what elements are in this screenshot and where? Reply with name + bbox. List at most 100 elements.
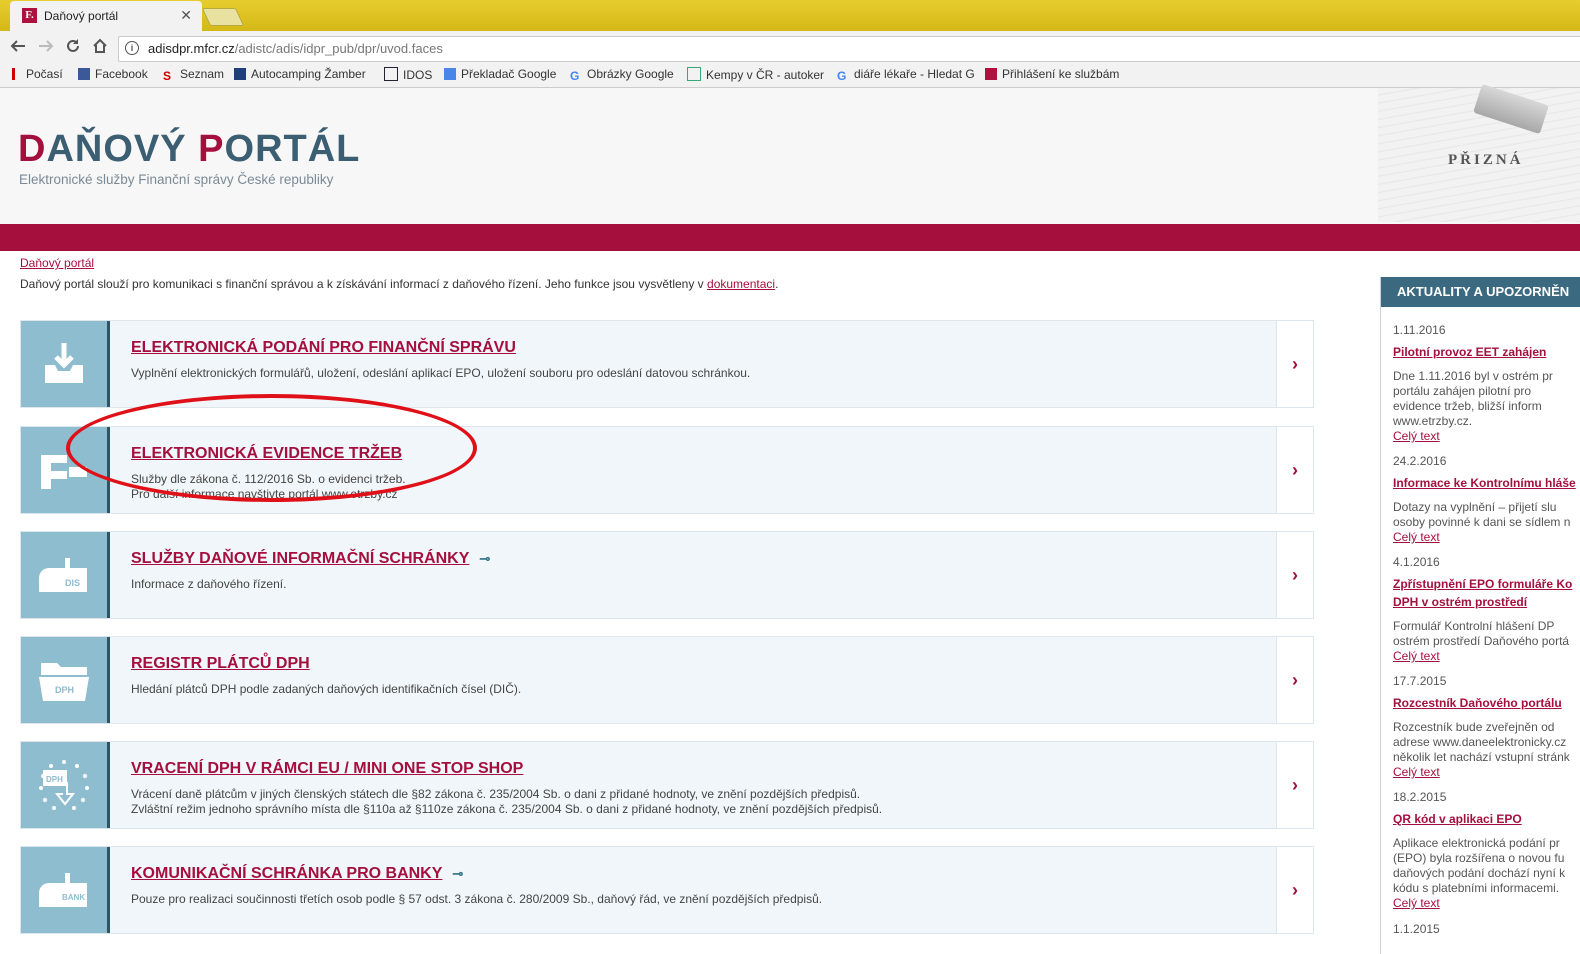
card-description: Informace z daňového řízení. bbox=[131, 577, 287, 591]
bookmark-prihlaseni[interactable]: Přihlášení ke službám bbox=[985, 67, 1119, 81]
news-title-link[interactable]: Zpřístupnění EPO formuláře Ko DPH v ostré… bbox=[1393, 575, 1580, 611]
facebook-icon bbox=[78, 68, 90, 80]
mailbox-bank-icon: BANK bbox=[39, 873, 87, 907]
news-date: 1.11.2016 bbox=[1393, 323, 1446, 337]
browser-tab[interactable]: F. Daňový portál ✕ bbox=[10, 1, 202, 31]
bookmark-idos[interactable]: IDOS bbox=[384, 67, 432, 82]
news-excerpt: Dotazy na vyplnění – přijetí slu osoby po… bbox=[1393, 500, 1571, 529]
bookmark-prekladac[interactable]: Překladač Google bbox=[444, 67, 556, 81]
card-title[interactable]: KOMUNIKAČNÍ SCHRÁNKA PRO BANKY ⊸ bbox=[131, 865, 463, 883]
address-bar[interactable]: i adisdpr.mfcr.cz/adistc/adis/idpr_pub/d… bbox=[118, 36, 1580, 62]
card-arrow-button[interactable]: › bbox=[1276, 427, 1313, 513]
card-icon-box: DPH bbox=[21, 742, 110, 828]
card-description: Vrácení daně plátcům v jiných členských … bbox=[131, 787, 883, 816]
card-arrow-button[interactable]: › bbox=[1276, 321, 1313, 407]
tab-title: Daňový portál bbox=[44, 9, 119, 23]
card-arrow-button[interactable]: › bbox=[1276, 847, 1313, 933]
service-card-eu-dph[interactable]: DPH VRACENÍ DPH V RÁMCI EU / MINI ONE ST… bbox=[20, 741, 1314, 829]
card-title[interactable]: REGISTR PLÁTCŮ DPH bbox=[131, 655, 310, 673]
svg-text:DPH: DPH bbox=[46, 775, 63, 784]
card-arrow-button[interactable]: › bbox=[1276, 637, 1313, 723]
mfcr-favicon-icon: F. bbox=[22, 8, 37, 23]
card-arrow-button[interactable]: › bbox=[1276, 742, 1313, 828]
news-title-link[interactable]: Informace ke Kontrolnímu hláše bbox=[1393, 474, 1580, 492]
bookmark-pocasi[interactable]: Počasí bbox=[12, 67, 63, 81]
key-icon: ⊸ bbox=[452, 866, 464, 881]
info-icon[interactable]: i bbox=[125, 41, 139, 55]
card-description: Hledání plátců DPH podle zadaných daňový… bbox=[131, 682, 522, 696]
service-card-podani[interactable]: ELEKTRONICKÁ PODÁNÍ PRO FINANČNÍ SPRÁVU … bbox=[20, 320, 1314, 408]
mfcr-icon bbox=[985, 68, 997, 80]
mailbox-dis-icon: DIS bbox=[39, 558, 87, 592]
card-icon-box bbox=[21, 321, 110, 407]
card-icon-box: DPH bbox=[21, 637, 110, 723]
new-tab-button[interactable] bbox=[201, 8, 245, 26]
home-icon[interactable] bbox=[91, 37, 109, 55]
back-icon[interactable] bbox=[9, 37, 27, 55]
news-date: 17.7.2015 bbox=[1393, 674, 1447, 688]
breadcrumb[interactable]: Daňový portál bbox=[20, 256, 94, 270]
news-more-link[interactable]: Celý text bbox=[1393, 530, 1580, 544]
close-tab-icon[interactable]: ✕ bbox=[180, 7, 192, 24]
weather-icon bbox=[12, 68, 21, 80]
bookmark-facebook[interactable]: Facebook bbox=[78, 67, 148, 81]
news-date: 24.2.2016 bbox=[1393, 454, 1447, 468]
service-card-registr-dph[interactable]: DPH REGISTR PLÁTCŮ DPH Hledání plátců DP… bbox=[20, 636, 1314, 724]
news-excerpt: Aplikace elektronická podání pr (EPO) byl… bbox=[1393, 836, 1566, 895]
folder-dph-icon: DPH bbox=[39, 663, 89, 701]
news-excerpt: Dne 1.11.2016 byl v ostrém pr portálu zah… bbox=[1393, 369, 1553, 428]
annotation-red-oval bbox=[66, 394, 477, 502]
google-translate-icon bbox=[444, 68, 456, 80]
forward-icon[interactable] bbox=[37, 37, 55, 55]
eu-dph-icon: DPH bbox=[39, 760, 89, 810]
news-date: 1.1.2015 bbox=[1393, 922, 1440, 936]
bookmark-obrazky[interactable]: G Obrázky Google bbox=[570, 67, 674, 83]
documentation-link[interactable]: dokumentaci bbox=[707, 277, 775, 291]
site-logo[interactable]: DAŇOVÝ PORTÁL bbox=[18, 128, 360, 171]
news-item: 18.2.2015 QR kód v aplikaci EPO Aplikace… bbox=[1393, 790, 1580, 910]
header-image-text: PŘIZNÁ bbox=[1448, 152, 1524, 168]
bookmark-autocamping[interactable]: Autocamping Žamber bbox=[234, 67, 366, 81]
news-item: 1.1.2015 bbox=[1393, 922, 1580, 936]
bookmark-kempy[interactable]: Kempy v ČR - autoker bbox=[687, 67, 824, 82]
news-item: 17.7.2015 Rozcestník Daňového portálu Ro… bbox=[1393, 674, 1580, 779]
news-title-link[interactable]: Rozcestník Daňového portálu bbox=[1393, 694, 1580, 712]
news-date: 18.2.2015 bbox=[1393, 790, 1447, 804]
browser-tab-bar: F. Daňový portál ✕ bbox=[0, 0, 1580, 31]
bookmark-diare[interactable]: Gdiáře lékaře - Hledat G bbox=[837, 67, 975, 83]
card-icon-box: BANK bbox=[21, 847, 110, 933]
site-header: DAŇOVÝ PORTÁL Elektronické služby Finanč… bbox=[0, 83, 1580, 222]
idos-icon bbox=[384, 67, 398, 81]
news-item: 24.2.2016 Informace ke Kontrolnímu hláše… bbox=[1393, 454, 1580, 544]
reload-icon[interactable] bbox=[64, 37, 82, 55]
intro-text: Daňový portál slouží pro komunikaci s fi… bbox=[20, 277, 779, 291]
bookmark-seznam[interactable]: S Seznam bbox=[163, 67, 224, 83]
news-more-link[interactable]: Celý text bbox=[1393, 649, 1580, 663]
news-sidebar: AKTUALITY A UPOZORNĚN 1.11.2016 Pilotní … bbox=[1380, 277, 1580, 954]
news-more-link[interactable]: Celý text bbox=[1393, 429, 1580, 443]
card-title[interactable]: ELEKTRONICKÁ PODÁNÍ PRO FINANČNÍ SPRÁVU bbox=[131, 339, 516, 357]
card-arrow-button[interactable]: › bbox=[1276, 532, 1313, 618]
news-title-link[interactable]: Pilotní provoz EET zahájen bbox=[1393, 343, 1580, 361]
service-card-dis[interactable]: DIS SLUŽBY DAŇOVÉ INFORMAČNÍ SCHRÁNKY ⊸ I… bbox=[20, 531, 1314, 619]
news-excerpt: Rozcestník bude zveřejněn od adrese www.d… bbox=[1393, 720, 1570, 764]
url-text: adisdpr.mfcr.cz/adistc/adis/idpr_pub/dpr… bbox=[148, 41, 443, 56]
key-icon: ⊸ bbox=[479, 551, 491, 566]
svg-text:BANK: BANK bbox=[62, 893, 85, 902]
service-card-banky[interactable]: BANK KOMUNIKAČNÍ SCHRÁNKA PRO BANKY ⊸ Pou… bbox=[20, 846, 1314, 934]
autocamping-icon bbox=[234, 68, 246, 80]
inbox-download-icon bbox=[45, 343, 83, 383]
news-excerpt: Formulář Kontrolní hlášení DP ostrém pros… bbox=[1393, 619, 1570, 648]
google-icon: G bbox=[570, 69, 580, 83]
site-subtitle: Elektronické služby Finanční správy Česk… bbox=[19, 172, 334, 187]
card-title[interactable]: SLUŽBY DAŇOVÉ INFORMAČNÍ SCHRÁNKY ⊸ bbox=[131, 550, 490, 568]
news-more-link[interactable]: Celý text bbox=[1393, 765, 1580, 779]
news-title-link[interactable]: QR kód v aplikaci EPO bbox=[1393, 810, 1580, 828]
kempy-icon bbox=[687, 67, 701, 81]
news-item: 1.11.2016 Pilotní provoz EET zahájen Dne… bbox=[1393, 323, 1580, 443]
card-description: Pouze pro realizaci součinnosti třetích … bbox=[131, 892, 823, 906]
news-more-link[interactable]: Celý text bbox=[1393, 896, 1580, 910]
news-heading: AKTUALITY A UPOZORNĚN bbox=[1381, 277, 1580, 307]
svg-text:DIS: DIS bbox=[65, 578, 80, 588]
card-title[interactable]: VRACENÍ DPH V RÁMCI EU / MINI ONE STOP S… bbox=[131, 760, 523, 778]
